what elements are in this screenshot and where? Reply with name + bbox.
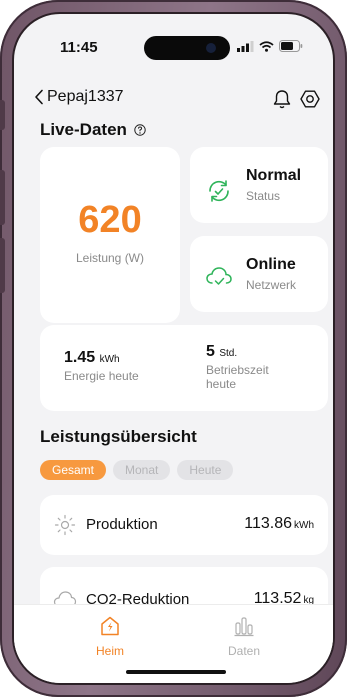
tab-gesamt[interactable]: Gesamt <box>40 460 107 480</box>
app-screen: 11:45 Pepaj1337 Live-Daten 620 Leistung … <box>12 12 335 685</box>
energy-value: 1.45 <box>64 349 96 366</box>
bottom-nav: Heim Daten <box>14 604 333 683</box>
tab-monat[interactable]: Monat <box>113 460 171 480</box>
bell-icon[interactable] <box>271 88 293 110</box>
overview-title: Leistungsübersicht <box>40 427 197 446</box>
production-unit: kWh <box>294 520 314 531</box>
back-chevron-icon <box>35 89 43 105</box>
phone-frame: 11:45 Pepaj1337 Live-Daten 620 Leistung … <box>0 0 347 697</box>
power-card: 620 Leistung (W) <box>40 147 180 323</box>
energy-today: 1.45 kWh Energie heute <box>64 349 139 383</box>
signal-icon <box>237 40 254 52</box>
volume-up-button <box>0 170 5 225</box>
nav-home-label: Heim <box>95 644 124 658</box>
production-label: Produktion <box>86 516 158 533</box>
battery-icon <box>279 40 303 52</box>
volume-down-button <box>0 238 5 293</box>
mute-switch <box>0 100 5 130</box>
home-icon <box>101 616 119 636</box>
back-button[interactable]: Pepaj1337 <box>34 88 124 106</box>
network-value: Online <box>246 256 296 273</box>
nav-data[interactable]: Daten <box>204 615 284 658</box>
wifi-icon <box>259 40 274 52</box>
network-label: Netzwerk <box>246 278 297 292</box>
status-value: Normal <box>246 167 302 184</box>
overview-tabs: Gesamt Monat Heute <box>40 460 234 480</box>
sync-check-icon <box>209 180 229 202</box>
runtime-unit: Std. <box>219 348 238 359</box>
power-value: 620 <box>78 199 142 241</box>
tab-heute[interactable]: Heute <box>177 460 234 480</box>
production-amount: 113.86 kWh <box>244 515 314 533</box>
settings-hexagon-icon[interactable] <box>299 88 321 110</box>
network-card: Online Netzwerk <box>190 236 328 312</box>
energy-label: Energie heute <box>64 369 139 383</box>
nav-data-label: Daten <box>227 644 261 658</box>
sun-icon <box>54 514 76 536</box>
back-label: Pepaj1337 <box>47 88 124 105</box>
status-time: 11:45 <box>60 39 98 56</box>
live-section-title: Live-Daten <box>40 120 146 140</box>
power-label: Leistung (W) <box>75 251 145 265</box>
runtime-value: 5 <box>206 343 215 360</box>
home-indicator <box>126 670 226 674</box>
camera-icon <box>206 43 216 53</box>
energy-unit: kWh <box>99 354 120 365</box>
runtime-today: 5 Std. Betriebszeit heute <box>206 343 316 391</box>
nav-home[interactable]: Heim <box>70 615 150 658</box>
production-row[interactable]: Produktion 113.86 kWh <box>40 495 328 555</box>
header: Pepaj1337 <box>14 86 333 116</box>
help-circle-icon[interactable] <box>133 124 146 136</box>
cloud-check-icon <box>206 267 232 285</box>
daily-stats-card: 1.45 kWh Energie heute 5 Std. Betriebsze… <box>40 325 328 411</box>
status-bar: 11:45 <box>14 14 333 74</box>
data-bars-icon <box>234 617 254 637</box>
status-card: Normal Status <box>190 147 328 223</box>
status-icons <box>237 40 303 52</box>
dynamic-island <box>144 36 230 60</box>
live-title: Live-Daten <box>40 120 127 139</box>
runtime-label: Betriebszeit heute <box>206 363 269 391</box>
status-label: Status <box>246 189 281 203</box>
production-value: 113.86 <box>244 515 292 532</box>
